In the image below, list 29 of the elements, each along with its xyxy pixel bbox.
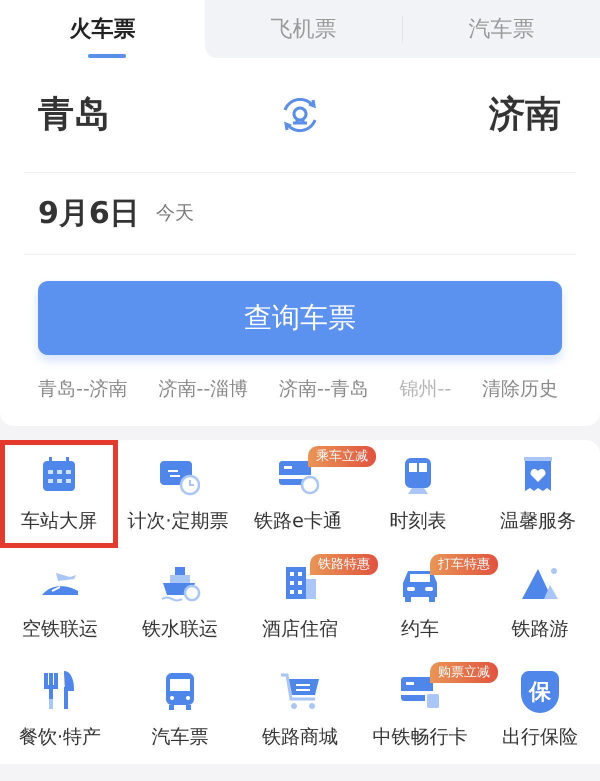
service-label[interactable]: 中铁畅行卡 <box>372 723 468 752</box>
arrival-city[interactable]: 济南 <box>489 88 561 142</box>
service-label[interactable]: 汽车票 <box>152 723 208 752</box>
history-route-link[interactable]: 青岛--济南 <box>38 375 128 404</box>
service-label[interactable]: 计次·定期票 <box>127 507 229 536</box>
date-note: 今天 <box>156 201 194 226</box>
clear-history-link[interactable]: 清除历史 <box>482 375 558 404</box>
promo-tag: 铁路特惠 <box>310 554 378 575</box>
promo-tag: 购票立减 <box>430 662 498 683</box>
service-label[interactable]: 约车 <box>401 615 439 644</box>
service-label[interactable]: 出行保险 <box>502 723 578 752</box>
service-label[interactable]: 酒店住宿 <box>262 615 338 644</box>
history-route-link[interactable]: 济南--青岛 <box>279 375 369 404</box>
service-label[interactable]: 车站大屏 <box>21 507 97 536</box>
promo-tag: 打车特惠 <box>430 554 498 575</box>
service-label[interactable]: 铁路e卡通 <box>254 507 342 536</box>
service-label[interactable]: 铁路游 <box>512 615 568 644</box>
promo-tag: 乘车立减 <box>308 446 376 467</box>
service-label[interactable]: 空铁联运 <box>22 615 98 644</box>
service-label[interactable]: 餐饮·特产 <box>18 723 102 752</box>
service-label[interactable]: 铁路商城 <box>262 723 338 752</box>
service-label[interactable]: 铁水联运 <box>142 615 218 644</box>
history-route-link[interactable]: 济南--淄博 <box>158 375 248 404</box>
service-label[interactable]: 时刻表 <box>390 507 446 536</box>
tab-underline <box>88 54 126 58</box>
travel-date[interactable]: 9月6日 <box>38 191 140 236</box>
service-label[interactable]: 温馨服务 <box>500 507 576 536</box>
shield-icon[interactable]: 保 <box>521 671 559 713</box>
departure-city[interactable]: 青岛 <box>38 88 110 142</box>
